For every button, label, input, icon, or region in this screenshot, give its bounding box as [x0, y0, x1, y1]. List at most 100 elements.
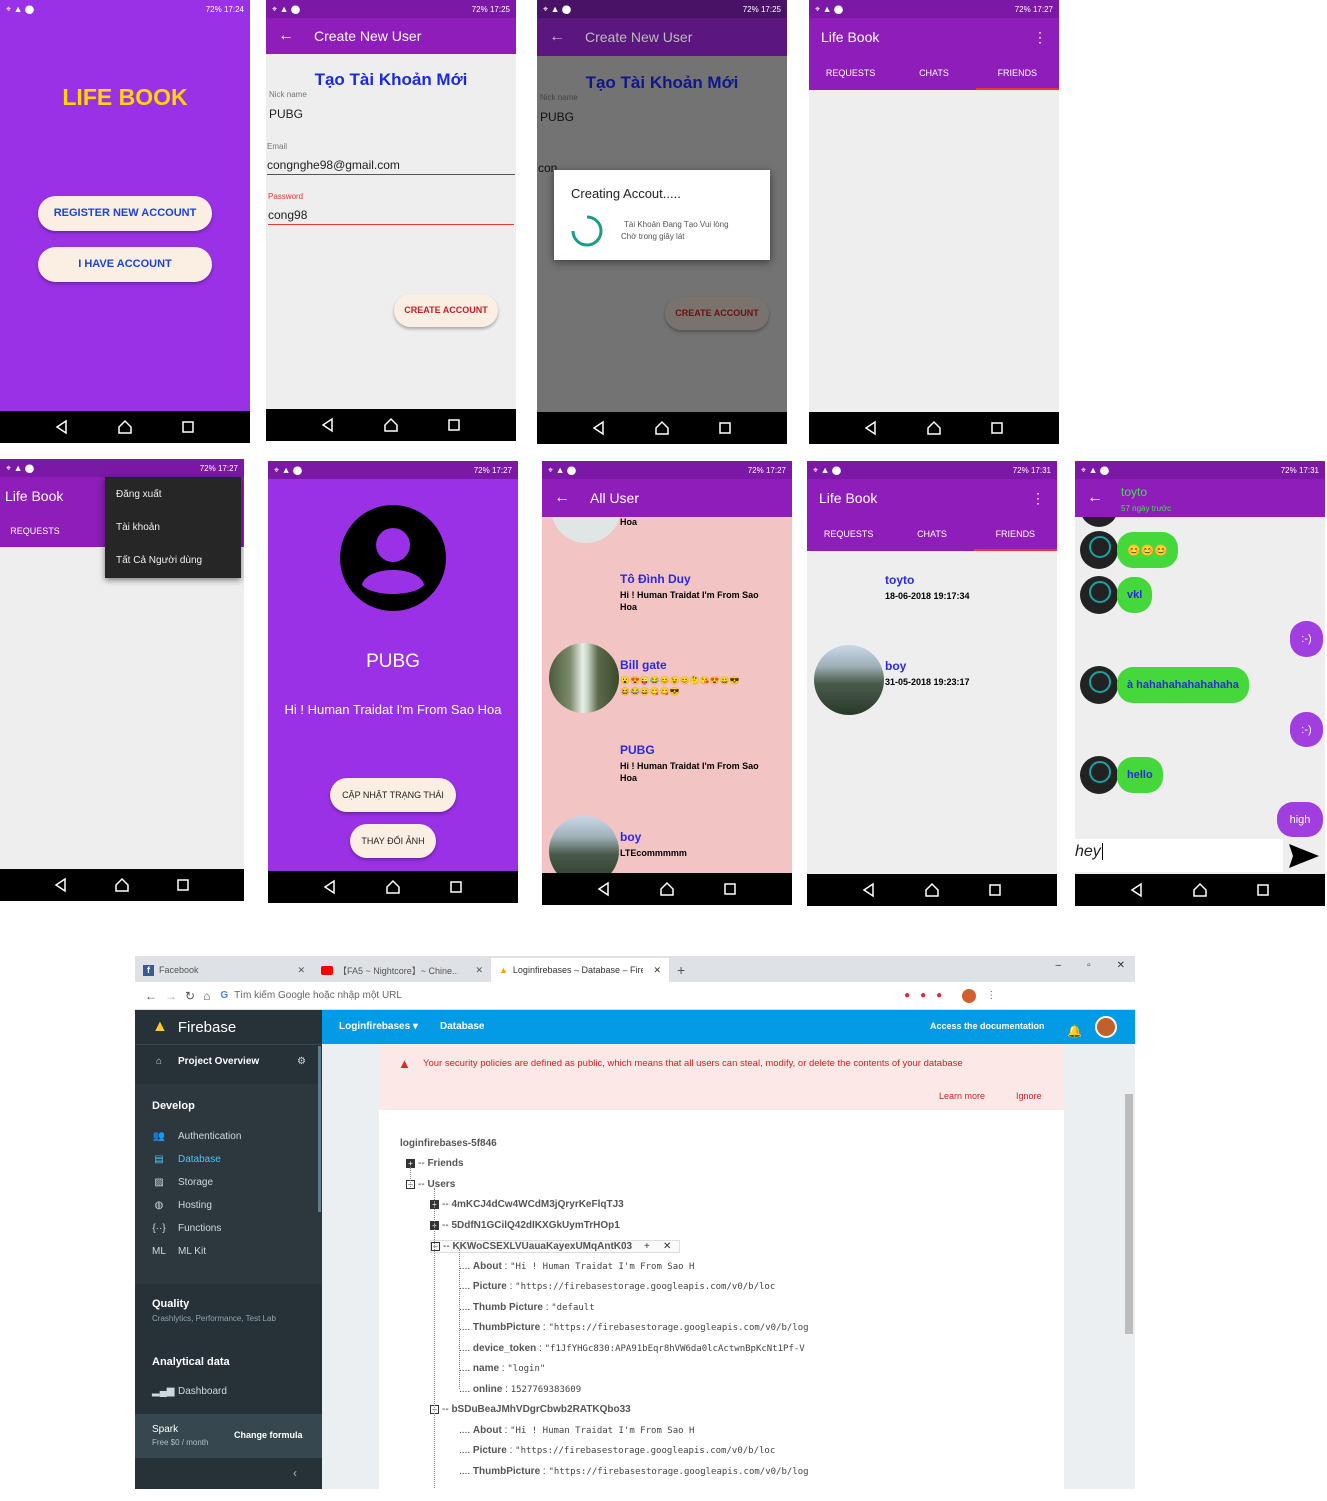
- add-child-icon[interactable]: +: [644, 1241, 650, 1252]
- recents-nav-icon[interactable]: [1255, 882, 1271, 898]
- db-field[interactable]: .... name : "login": [459, 1363, 545, 1374]
- tab-friends[interactable]: FRIENDS: [973, 517, 1057, 551]
- menu-item-account[interactable]: Tài khoản: [116, 522, 160, 533]
- home-nav-icon[interactable]: [383, 417, 399, 433]
- home-nav-icon[interactable]: [654, 420, 670, 436]
- sidebar-item-project-overview[interactable]: ⌂ Project Overview ⚙: [135, 1056, 322, 1067]
- home-nav-icon[interactable]: [117, 419, 133, 435]
- back-nav-icon[interactable]: [53, 877, 69, 893]
- user-avatar[interactable]: [962, 988, 977, 1003]
- section-analytics[interactable]: Analytical data: [135, 1356, 230, 1368]
- settings-gear-icon[interactable]: ⚙: [297, 1056, 306, 1067]
- back-arrow-icon[interactable]: ←: [1087, 489, 1103, 507]
- db-node-user[interactable]: + -- 4mKCJ4dCw4WCdM3jQryrKeFlqTJ3: [430, 1199, 624, 1210]
- password-field[interactable]: cong98: [268, 208, 307, 222]
- back-icon[interactable]: ←: [145, 989, 157, 1003]
- minimize-icon[interactable]: –: [1056, 960, 1088, 971]
- profile-avatar-icon[interactable]: [340, 505, 446, 611]
- recents-nav-icon[interactable]: [989, 420, 1005, 436]
- home-nav-icon[interactable]: [924, 882, 940, 898]
- db-field[interactable]: .... device_token : "f1JfYHGc830:APA91bE…: [459, 1343, 839, 1354]
- back-nav-icon[interactable]: [54, 419, 70, 435]
- db-root[interactable]: loginfirebases-5f846: [400, 1138, 497, 1149]
- send-icon[interactable]: [1287, 842, 1321, 870]
- home-nav-icon[interactable]: [1192, 882, 1208, 898]
- db-field[interactable]: .... Thumb Picture : "default: [459, 1302, 595, 1313]
- register-button[interactable]: REGISTER NEW ACCOUNT: [38, 196, 212, 231]
- db-node-users[interactable]: – -- Users: [406, 1179, 455, 1190]
- sidebar-item-dashboard[interactable]: ▂▄▆ Dashboard: [135, 1386, 227, 1397]
- tab-requests[interactable]: REQUESTS: [809, 56, 892, 90]
- db-field[interactable]: .... ThumbPicture : "https://firebasesto…: [459, 1466, 809, 1477]
- update-status-button[interactable]: CẬP NHẬT TRẠNG THÁI: [330, 778, 456, 812]
- change-plan-button[interactable]: Change formula: [234, 1430, 303, 1440]
- create-account-button[interactable]: CREATE ACCOUNT: [665, 297, 769, 330]
- overflow-menu-icon[interactable]: ⋮: [1031, 490, 1045, 507]
- tab-chats[interactable]: CHATS: [892, 56, 975, 90]
- sidebar-item-hosting[interactable]: ◍ Hosting: [135, 1200, 212, 1211]
- sidebar-item-storage[interactable]: ▨ Storage: [135, 1177, 213, 1188]
- recents-nav-icon[interactable]: [722, 881, 738, 897]
- close-tab-icon[interactable]: ✕: [653, 965, 661, 976]
- db-field[interactable]: .... Picture : "https://firebasestorage.…: [459, 1445, 775, 1456]
- recents-nav-icon[interactable]: [446, 417, 462, 433]
- sidebar-item-functions[interactable]: {··} Functions: [135, 1223, 221, 1234]
- delete-node-icon[interactable]: ✕: [663, 1241, 671, 1252]
- back-nav-icon[interactable]: [861, 882, 877, 898]
- section-quality[interactable]: Quality: [135, 1298, 189, 1310]
- page-scrollbar[interactable]: [1125, 1094, 1133, 1334]
- tab-friends[interactable]: FRIENDS: [975, 56, 1059, 90]
- db-node-user[interactable]: + -- 5DdfN1GCilQ42dIKXGkUymTrHOp1: [430, 1220, 620, 1231]
- db-field[interactable]: .... ThumbPicture : "https://firebasesto…: [459, 1322, 809, 1333]
- window-close-icon[interactable]: ✕: [1117, 960, 1125, 971]
- tab-chats[interactable]: CHATS: [890, 517, 973, 551]
- account-avatar[interactable]: [1095, 1016, 1117, 1038]
- recents-nav-icon[interactable]: [717, 420, 733, 436]
- tab-requests[interactable]: REQUESTS: [0, 515, 70, 547]
- recents-nav-icon[interactable]: [448, 879, 464, 895]
- db-field[interactable]: .... About : "Hi ! Human Traidat I'm Fro…: [459, 1261, 694, 1272]
- back-nav-icon[interactable]: [863, 420, 879, 436]
- home-nav-icon[interactable]: [385, 879, 401, 895]
- sidebar-scrollbar[interactable]: [318, 1046, 321, 1212]
- have-account-button[interactable]: I HAVE ACCOUNT: [38, 247, 212, 282]
- section-develop[interactable]: Develop: [135, 1100, 195, 1112]
- back-nav-icon[interactable]: [1129, 882, 1145, 898]
- home-nav-icon[interactable]: [659, 881, 675, 897]
- address-input[interactable]: Tìm kiếm Google hoặc nhập một URL: [234, 990, 904, 1001]
- db-node-friends[interactable]: + -- Friends: [406, 1158, 464, 1169]
- create-account-button[interactable]: CREATE ACCOUNT: [394, 294, 498, 327]
- forward-icon[interactable]: →: [165, 989, 177, 1003]
- browser-tab[interactable]: 【FA5 ~ Nightcore】~ Chine... ✕: [313, 958, 491, 982]
- db-field[interactable]: .... Picture : "https://firebasestorage.…: [459, 1281, 775, 1292]
- sidebar-item-authentication[interactable]: 👥 Authentication: [135, 1131, 242, 1142]
- close-tab-icon[interactable]: ✕: [475, 965, 483, 976]
- back-nav-icon[interactable]: [322, 879, 338, 895]
- docs-link[interactable]: Access the documentation: [930, 1021, 1045, 1031]
- recents-nav-icon[interactable]: [180, 419, 196, 435]
- project-selector[interactable]: Loginfirebases ▾: [339, 1021, 418, 1032]
- back-arrow-icon[interactable]: ←: [554, 489, 570, 507]
- new-tab-icon[interactable]: +: [669, 958, 693, 982]
- home-nav-icon[interactable]: [926, 420, 942, 436]
- db-node-user[interactable]: – -- bSDuBeaJMhVDgrCbwb2RATKQbo33: [430, 1404, 631, 1415]
- message-input[interactable]: hey: [1075, 839, 1283, 872]
- db-field[interactable]: .... online : 1527769383609: [459, 1384, 581, 1395]
- sidebar-item-database[interactable]: ▤ Database: [135, 1154, 221, 1165]
- back-arrow-icon[interactable]: ←: [549, 28, 565, 46]
- nick-field[interactable]: PUBG: [540, 110, 574, 124]
- change-photo-button[interactable]: THAY ĐỔI ẢNH: [350, 824, 436, 858]
- chrome-menu-icon[interactable]: ⋮: [986, 990, 996, 1001]
- close-tab-icon[interactable]: ✕: [297, 965, 305, 976]
- tab-requests[interactable]: REQUESTS: [807, 517, 890, 551]
- sidebar-item-ml-kit[interactable]: ML ML Kit: [135, 1246, 206, 1257]
- reload-icon[interactable]: ↻: [185, 989, 195, 1003]
- home-icon[interactable]: ⌂: [203, 989, 210, 1003]
- menu-item-logout[interactable]: Đăng xuất: [116, 489, 162, 500]
- back-nav-icon[interactable]: [320, 417, 336, 433]
- maximize-icon[interactable]: ▫: [1087, 960, 1117, 971]
- email-field[interactable]: congnghe98@gmail.com: [267, 158, 400, 172]
- back-nav-icon[interactable]: [596, 881, 612, 897]
- browser-tab[interactable]: f Facebook ✕: [135, 958, 313, 982]
- menu-item-all-users[interactable]: Tất Cả Người dùng: [116, 555, 202, 566]
